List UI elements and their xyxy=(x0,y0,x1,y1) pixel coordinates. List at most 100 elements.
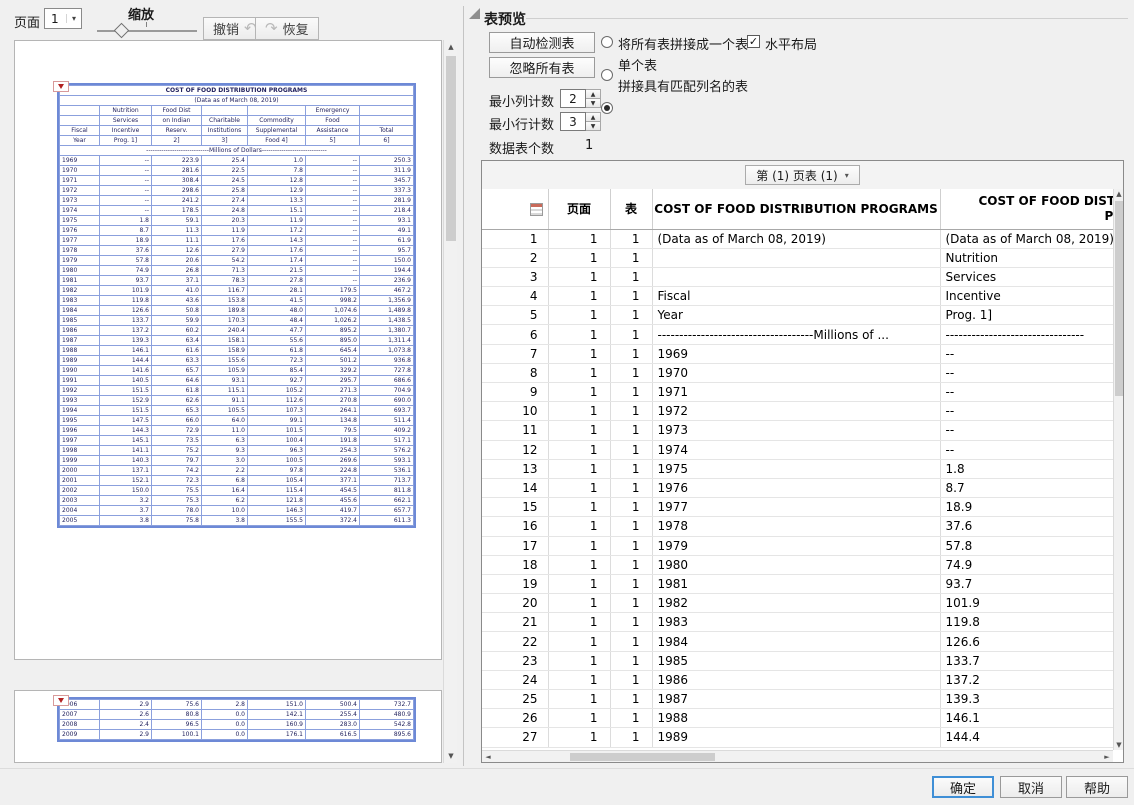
grid-cell-table[interactable]: 1 xyxy=(610,287,652,306)
grid-cell[interactable]: 1976 xyxy=(652,478,940,497)
grid-row-number[interactable]: 8 xyxy=(482,363,548,382)
grid-cell[interactable]: 93.7 xyxy=(940,574,1113,593)
radio-concat-all-tables[interactable] xyxy=(601,36,613,48)
grid-cell[interactable]: 1986 xyxy=(652,670,940,689)
grid-row[interactable]: 311Services xyxy=(482,267,1113,286)
grid-cell[interactable]: 126.6 xyxy=(940,632,1113,651)
min-row-count-input[interactable]: 3 xyxy=(560,112,586,131)
grid-cell-table[interactable]: 1 xyxy=(610,248,652,267)
redo-button[interactable]: ↷ 恢复 xyxy=(255,17,319,40)
grid-row-number[interactable]: 17 xyxy=(482,536,548,555)
radio-concat-matching-columns[interactable] xyxy=(601,102,613,114)
scroll-down-icon[interactable]: ▼ xyxy=(444,749,457,763)
grid-cell[interactable]: Year xyxy=(652,306,940,325)
grid-cell[interactable] xyxy=(652,267,940,286)
grid-cell-table[interactable]: 1 xyxy=(610,440,652,459)
pdf-vscrollbar[interactable]: ▲ ▼ xyxy=(443,40,457,763)
grid-cell[interactable]: 1969 xyxy=(652,344,940,363)
grid-col-header-page[interactable]: 页面 xyxy=(548,189,610,229)
grid-row-number[interactable]: 2 xyxy=(482,248,548,267)
columns-icon[interactable] xyxy=(530,203,543,216)
grid-cell[interactable]: (Data as of March 08, 2019) xyxy=(652,229,940,248)
grid-row[interactable]: 1611197837.6 xyxy=(482,517,1113,536)
grid-cell[interactable]: Prog. 1] xyxy=(940,306,1113,325)
grid-col-header-table[interactable]: 表 xyxy=(610,189,652,229)
grid-cell[interactable]: 1975 xyxy=(652,459,940,478)
grid-cell-table[interactable]: 1 xyxy=(610,459,652,478)
grid-cell-table[interactable]: 1 xyxy=(610,363,652,382)
grid-cell[interactable]: 1971 xyxy=(652,383,940,402)
grid-cell[interactable]: 1970 xyxy=(652,363,940,382)
min-row-count-spinner[interactable]: ▲▼ xyxy=(586,112,601,131)
grid-row-number[interactable]: 7 xyxy=(482,344,548,363)
horizontal-layout-checkbox[interactable]: ✓ xyxy=(747,35,760,48)
splitter[interactable] xyxy=(463,6,464,766)
grid-row[interactable]: 26111988146.1 xyxy=(482,709,1113,728)
table-options-marker-icon[interactable] xyxy=(53,81,69,92)
grid-row[interactable]: 411FiscalIncentive xyxy=(482,287,1113,306)
grid-cell[interactable]: -- xyxy=(940,440,1113,459)
grid-row-number[interactable]: 6 xyxy=(482,325,548,344)
grid-cell-table[interactable]: 1 xyxy=(610,478,652,497)
radio-individual-tables[interactable] xyxy=(601,69,613,81)
grid-row-number[interactable]: 18 xyxy=(482,555,548,574)
grid-row[interactable]: 8111970-- xyxy=(482,363,1113,382)
grid-cell[interactable]: Incentive xyxy=(940,287,1113,306)
grid-row-number[interactable]: 23 xyxy=(482,651,548,670)
grid-cell-table[interactable]: 1 xyxy=(610,613,652,632)
grid-cell[interactable]: ------------------------------------Mill… xyxy=(652,325,940,344)
grid-cell-page[interactable]: 1 xyxy=(548,632,610,651)
grid-cell-table[interactable]: 1 xyxy=(610,536,652,555)
grid-cell-table[interactable]: 1 xyxy=(610,517,652,536)
grid-cell-page[interactable]: 1 xyxy=(548,287,610,306)
grid-cell-table[interactable]: 1 xyxy=(610,594,652,613)
grid-cell-page[interactable]: 1 xyxy=(548,421,610,440)
grid-row[interactable]: 12111974-- xyxy=(482,440,1113,459)
grid-row[interactable]: 25111987139.3 xyxy=(482,690,1113,709)
grid-cell-page[interactable]: 1 xyxy=(548,536,610,555)
grid-cell[interactable]: 1980 xyxy=(652,555,940,574)
grid-row[interactable]: 9111971-- xyxy=(482,383,1113,402)
grid-row-number[interactable]: 25 xyxy=(482,690,548,709)
grid-row-number[interactable]: 15 xyxy=(482,498,548,517)
grid-cell-table[interactable]: 1 xyxy=(610,574,652,593)
grid-cell-page[interactable]: 1 xyxy=(548,728,610,747)
grid-row[interactable]: 10111972-- xyxy=(482,402,1113,421)
grid-cell[interactable]: 37.6 xyxy=(940,517,1113,536)
grid-row-number[interactable]: 22 xyxy=(482,632,548,651)
grid-cell[interactable]: 137.2 xyxy=(940,670,1113,689)
grid-cell[interactable] xyxy=(652,248,940,267)
grid-cell-page[interactable]: 1 xyxy=(548,267,610,286)
horizontal-layout-checkbox-label[interactable]: 水平布局 xyxy=(765,34,817,53)
table-selector-dropdown[interactable]: 第 (1) 页表 (1) ▾ xyxy=(745,165,859,185)
ignore-all-tables-button[interactable]: 忽略所有表 xyxy=(489,57,595,78)
grid-col-header-col4[interactable]: COST OF FOOD DISTRIBUTION PROGRAMS xyxy=(652,189,940,229)
grid-cell-page[interactable]: 1 xyxy=(548,459,610,478)
radio-concat-matching-columns-label[interactable]: 拼接具有匹配列名的表 xyxy=(618,76,748,95)
grid-cell[interactable]: 133.7 xyxy=(940,651,1113,670)
grid-row[interactable]: 111(Data as of March 08, 2019)(Data as o… xyxy=(482,229,1113,248)
grid-cell[interactable]: 1989 xyxy=(652,728,940,747)
grid-cell[interactable]: 1981 xyxy=(652,574,940,593)
spinner-up-icon[interactable]: ▲ xyxy=(586,89,601,99)
grid-cell[interactable]: 8.7 xyxy=(940,478,1113,497)
grid-cell-table[interactable]: 1 xyxy=(610,383,652,402)
grid-cell-table[interactable]: 1 xyxy=(610,690,652,709)
grid-cell[interactable]: 1983 xyxy=(652,613,940,632)
ok-button[interactable]: 确定 xyxy=(932,776,994,798)
grid-cell-table[interactable]: 1 xyxy=(610,709,652,728)
grid-row[interactable]: 11111973-- xyxy=(482,421,1113,440)
grid-cell[interactable]: 1979 xyxy=(652,536,940,555)
grid-cell-page[interactable]: 1 xyxy=(548,325,610,344)
scroll-left-icon[interactable]: ◄ xyxy=(482,752,494,762)
grid-col-header-col5[interactable]: COST OF FOOD DISTRIBUTION PROGRAMS xyxy=(940,189,1113,229)
grid-cell[interactable]: 139.3 xyxy=(940,690,1113,709)
pdf-preview-viewport[interactable]: COST OF FOOD DISTRIBUTION PROGRAMS(Data … xyxy=(14,40,457,763)
grid-row-number[interactable]: 24 xyxy=(482,670,548,689)
grid-corner-cell[interactable] xyxy=(482,189,548,229)
grid-cell-table[interactable]: 1 xyxy=(610,229,652,248)
grid-row[interactable]: 1811198074.9 xyxy=(482,555,1113,574)
grid-cell-table[interactable]: 1 xyxy=(610,651,652,670)
grid-cell[interactable]: 1977 xyxy=(652,498,940,517)
grid-row-number[interactable]: 13 xyxy=(482,459,548,478)
